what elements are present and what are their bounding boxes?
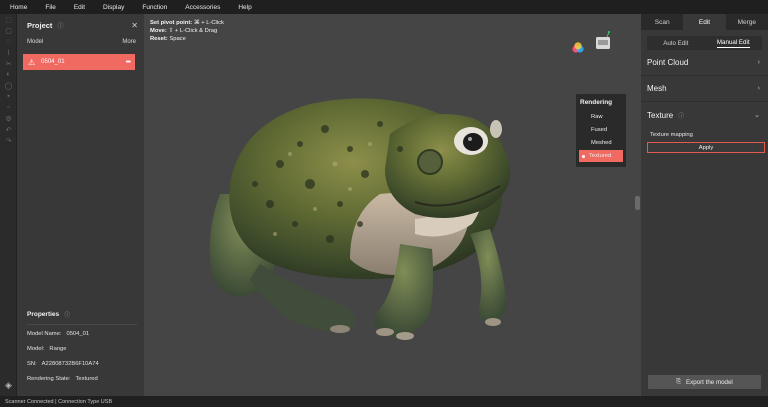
project-panel: Project ⓘ ✕ Model More ⚠ 0504_01 ••• Pro… [17, 14, 144, 396]
edit-panel: Scan Edit Merge Auto Edit Manual Edit Po… [641, 14, 768, 396]
fit-icon[interactable]: ▫ [0, 102, 17, 113]
hint-reset: Reset: Space [150, 36, 186, 42]
undo-icon[interactable]: ↶ [0, 124, 17, 135]
brush-icon[interactable]: ⌇ [0, 47, 17, 58]
control-hints: Set pivot point: ⌘ + L-Click Move: ⇧ + L… [150, 19, 224, 43]
edit-mode-tabs: Auto Edit Manual Edit [647, 36, 762, 50]
section-mesh[interactable]: Mesh › [641, 76, 768, 102]
export-icon: ⎘ [676, 378, 682, 385]
property-row: SN: A22808732B6F10A74 [17, 357, 144, 370]
info-icon[interactable]: ⓘ [57, 21, 63, 30]
properties-header: Properties ⓘ [17, 308, 144, 320]
status-bar: Scanner Connected | Connection Type USB [0, 396, 768, 407]
section-label: Mesh [647, 84, 667, 93]
cut-icon[interactable]: ✂ [0, 58, 17, 69]
tab-edit[interactable]: Edit [683, 14, 726, 30]
lasso-icon[interactable]: ◌ [0, 36, 17, 47]
property-key: Rendering State: [27, 375, 71, 382]
layers-icon[interactable]: ◈ [2, 380, 15, 392]
subtab-auto-edit[interactable]: Auto Edit [647, 36, 705, 50]
warning-icon: ⚠ [28, 57, 36, 67]
model-name: 0504_01 [41, 59, 65, 65]
menu-home[interactable]: Home [10, 4, 27, 11]
menu-file[interactable]: File [45, 4, 55, 11]
texture-mapping-label: Texture mapping [650, 132, 693, 138]
invert-icon[interactable]: ◐ [0, 69, 17, 80]
hint-pivot: Set pivot point: ⌘ + L-Click [150, 20, 224, 26]
subtab-manual-edit[interactable]: Manual Edit [705, 36, 763, 50]
selected-dot-icon [582, 154, 585, 158]
property-value: Textured [75, 375, 98, 382]
property-value: 0504_01 [66, 330, 90, 337]
info-icon[interactable]: ⓘ [678, 111, 684, 120]
project-columns: Model More [17, 36, 144, 48]
select-tool-icon[interactable]: ⬚ [0, 14, 17, 25]
column-more: More [122, 39, 136, 45]
column-model: Model [27, 39, 44, 45]
menu-display[interactable]: Display [103, 4, 124, 11]
section-label: Texture [647, 110, 674, 120]
property-value: A22808732B6F10A74 [41, 360, 99, 367]
color-wheel-icon[interactable] [572, 42, 584, 54]
chevron-down-icon: ⌄ [754, 112, 760, 119]
section-label: Point Cloud [647, 58, 689, 67]
export-model-button[interactable]: ⎘ Export the model [648, 375, 761, 389]
menu-bar: Home File Edit Display Function Accessor… [0, 0, 768, 14]
3d-viewport[interactable]: Set pivot point: ⌘ + L-Click Move: ⇧ + L… [144, 14, 641, 396]
property-key: SN: [27, 360, 37, 367]
tab-merge[interactable]: Merge [726, 14, 768, 30]
model-row-selected[interactable]: ⚠ 0504_01 ••• [23, 54, 135, 70]
property-value: Range [49, 345, 67, 352]
close-icon[interactable]: ✕ [131, 21, 138, 30]
property-key: Model: [27, 345, 45, 352]
project-title: Project [27, 20, 53, 30]
apply-button[interactable]: Apply [647, 142, 765, 153]
render-option-textured[interactable]: Textured [579, 150, 623, 162]
properties-title: Properties [27, 310, 60, 318]
chevron-right-icon: › [757, 85, 760, 92]
property-row: Model: Range [17, 342, 144, 355]
property-row: Rendering State: Textured [17, 372, 144, 385]
rendering-title: Rendering [580, 99, 613, 106]
tab-scan[interactable]: Scan [641, 14, 683, 30]
section-texture[interactable]: Texture ⓘ ⌄ [641, 102, 768, 128]
properties-section: Properties ⓘ Model Name: 0504_01 Model: … [17, 308, 144, 385]
menu-help[interactable]: Help [238, 4, 251, 11]
scanner-device-icon[interactable] [593, 30, 613, 52]
fill-icon[interactable]: ▪ [0, 91, 17, 102]
hint-move: Move: ⇧ + L-Click & Drag [150, 28, 218, 34]
render-option-fused[interactable]: Fused [579, 124, 623, 136]
settings-icon[interactable]: ⚙ [0, 113, 17, 124]
panel-resize-handle[interactable] [635, 196, 640, 210]
redo-icon[interactable]: ↷ [0, 135, 17, 146]
render-option-meshed[interactable]: Meshed [579, 137, 623, 149]
section-point-cloud[interactable]: Point Cloud › [641, 50, 768, 76]
menu-accessories[interactable]: Accessories [185, 4, 220, 11]
project-header: Project ⓘ ✕ [17, 14, 144, 36]
render-option-raw[interactable]: Raw [579, 111, 623, 123]
info-icon[interactable]: ⓘ [64, 310, 70, 319]
menu-function[interactable]: Function [142, 4, 167, 11]
isolate-icon[interactable]: ◯ [0, 80, 17, 91]
rendering-panel: Rendering Raw Fused Meshed Textured [576, 94, 626, 167]
property-row: Model Name: 0504_01 [17, 327, 144, 340]
more-options-icon[interactable]: ••• [126, 59, 131, 66]
chevron-right-icon: › [757, 59, 760, 66]
export-label: Export the model [686, 378, 733, 386]
main-tabs: Scan Edit Merge [641, 14, 768, 30]
rect-select-icon[interactable]: ▢ [0, 25, 17, 36]
scanned-frog-model[interactable] [200, 74, 530, 344]
menu-edit[interactable]: Edit [74, 4, 85, 11]
tool-column: ⬚ ▢ ◌ ⌇ ✂ ◐ ◯ ▪ ▫ ⚙ ↶ ↷ ◈ [0, 14, 17, 396]
property-key: Model Name: [27, 330, 62, 337]
divider [27, 324, 137, 325]
